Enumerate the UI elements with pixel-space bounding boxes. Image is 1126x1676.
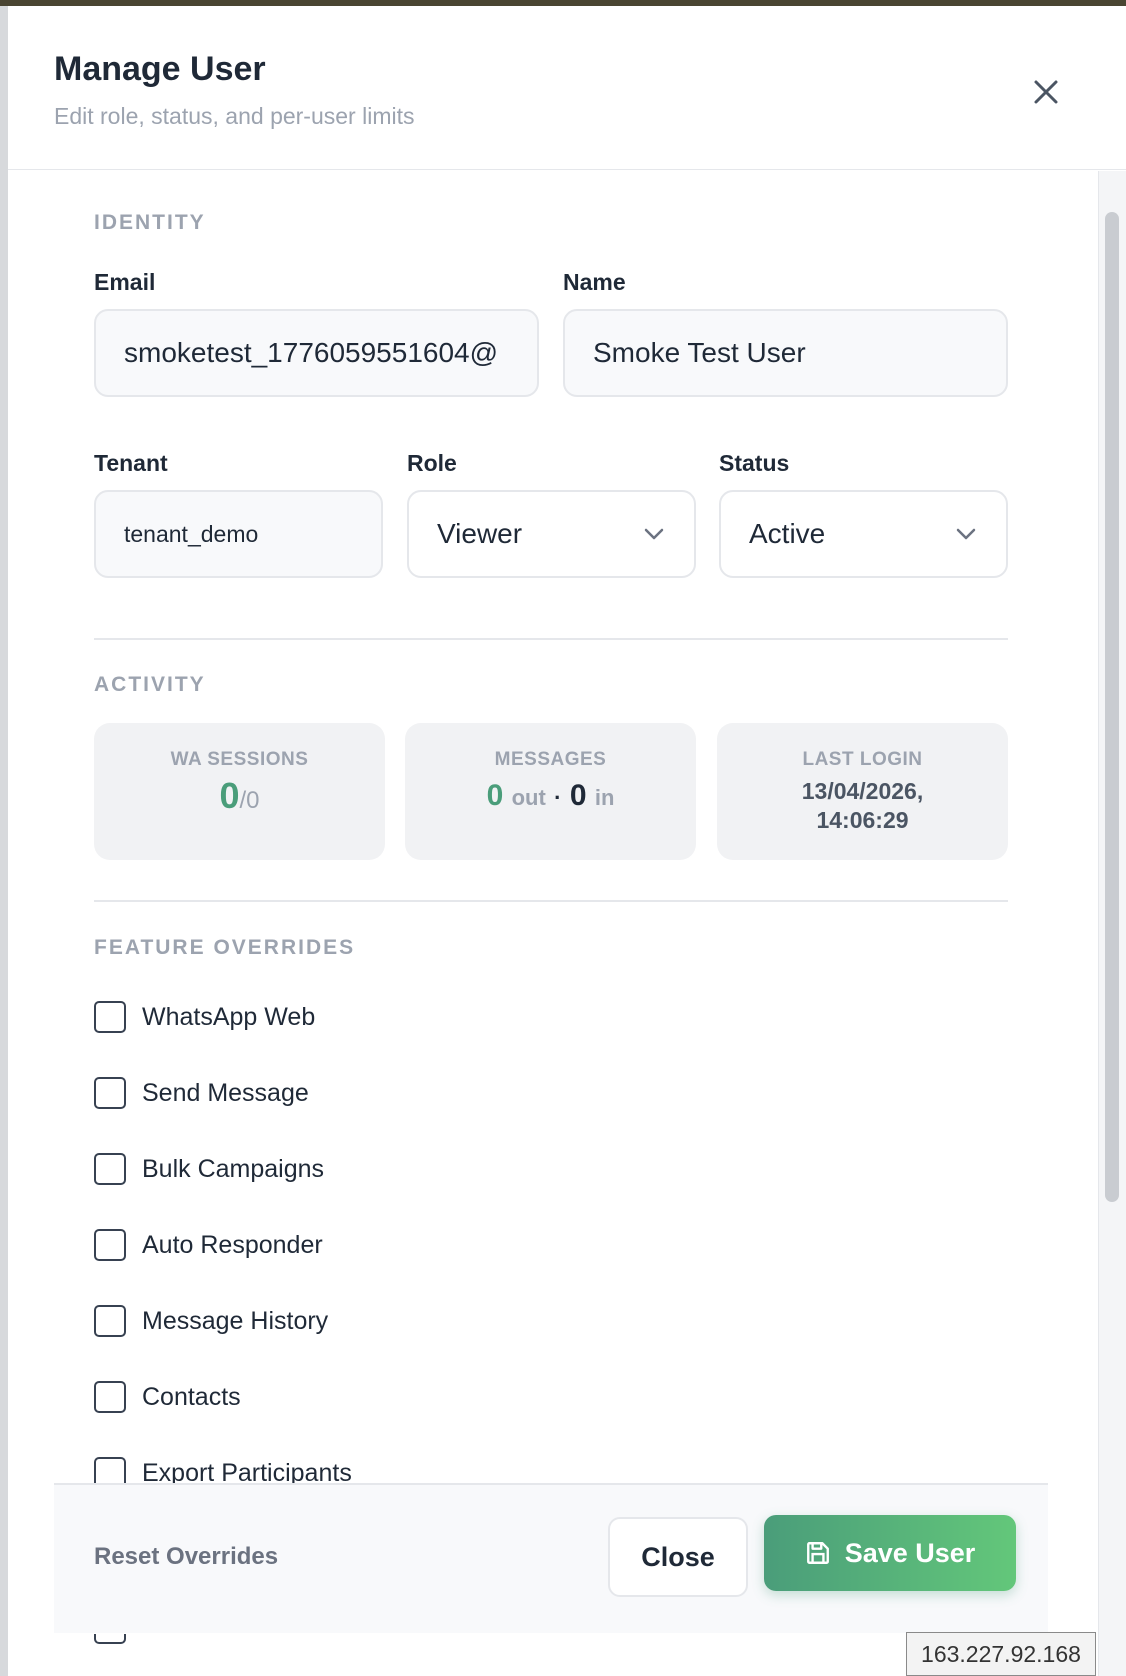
tenant-field[interactable]: tenant_demo (94, 490, 383, 578)
tenant-label: Tenant (94, 450, 168, 476)
identity-section-label: IDENTITY (94, 211, 206, 234)
floppy-disk-icon (806, 1542, 829, 1564)
last-login-value: 13/04/2026, 14:06:29 (717, 777, 1008, 835)
email-field[interactable]: smoketest_1776059551604@ (94, 309, 539, 397)
save-user-button[interactable]: Save User (764, 1515, 1016, 1591)
scrollbar-thumb[interactable] (1105, 212, 1119, 1202)
tenant-value: tenant_demo (124, 520, 259, 547)
messages-in-count: 0 (569, 779, 587, 812)
section-divider (94, 638, 1008, 640)
feature-label: Send Message (142, 1078, 309, 1107)
feature-contacts[interactable]: Contacts (94, 1377, 241, 1417)
last-login-label: LAST LOGIN (802, 749, 923, 770)
wa-sessions-label: WA SESSIONS (170, 749, 309, 770)
reset-overrides-button[interactable]: Reset Overrides (94, 1543, 278, 1571)
status-value: Active (749, 518, 826, 549)
messages-separator: · (554, 785, 562, 810)
last-login-date: 13/04/2026, (801, 778, 924, 804)
status-select[interactable]: Active (719, 490, 1008, 578)
email-label: Email (94, 269, 156, 295)
feature-bulk-campaigns[interactable]: Bulk Campaigns (94, 1149, 324, 1189)
save-user-label: Save User (844, 1537, 976, 1568)
checkbox[interactable] (94, 1001, 126, 1033)
wa-sessions-card: WA SESSIONS 0/0 (94, 723, 385, 860)
role-value: Viewer (437, 518, 523, 549)
messages-out-count: 0 (486, 779, 504, 812)
checkbox[interactable] (94, 1153, 126, 1185)
feature-label: Contacts (142, 1382, 241, 1411)
modal-header: Manage User Edit role, status, and per-u… (8, 6, 1126, 170)
last-login-card: LAST LOGIN 13/04/2026, 14:06:29 (717, 723, 1008, 860)
messages-in-suffix: in (594, 785, 615, 810)
role-select[interactable]: Viewer (407, 490, 696, 578)
messages-label: MESSAGES (494, 749, 607, 770)
close-icon[interactable] (1026, 72, 1066, 112)
wa-sessions-total: /0 (239, 787, 260, 814)
checkbox[interactable] (94, 1077, 126, 1109)
modal-title: Manage User (54, 50, 266, 88)
feature-whatsapp-web[interactable]: WhatsApp Web (94, 997, 315, 1037)
checkbox[interactable] (94, 1305, 126, 1337)
last-login-time: 14:06:29 (816, 807, 909, 833)
messages-out-suffix: out (511, 785, 546, 810)
partial-checkbox (94, 1634, 126, 1644)
checkbox[interactable] (94, 1381, 126, 1413)
modal-backdrop (0, 6, 8, 1676)
chevron-down-icon (956, 528, 976, 540)
modal-subtitle: Edit role, status, and per-user limits (54, 103, 415, 129)
name-field[interactable]: Smoke Test User (563, 309, 1008, 397)
ip-address-badge: 163.227.92.168 (906, 1632, 1096, 1676)
close-button[interactable]: Close (608, 1517, 748, 1597)
chevron-down-icon (644, 528, 664, 540)
name-label: Name (563, 269, 626, 295)
section-divider (94, 900, 1008, 902)
status-label: Status (719, 450, 790, 476)
feature-label: Auto Responder (142, 1230, 323, 1259)
feature-label: Message History (142, 1306, 329, 1335)
name-value: Smoke Test User (593, 337, 806, 368)
checkbox[interactable] (94, 1229, 126, 1261)
messages-value: 0 out · 0 in (405, 779, 696, 813)
messages-card: MESSAGES 0 out · 0 in (405, 723, 696, 860)
feature-label: Bulk Campaigns (142, 1154, 325, 1183)
wa-sessions-value: 0/0 (94, 775, 385, 817)
modal-body: IDENTITY Email Name smoketest_1776059551… (8, 171, 1098, 1491)
role-label: Role (407, 450, 457, 476)
modal-footer: Reset Overrides Close Save User (54, 1483, 1048, 1633)
feature-label: WhatsApp Web (142, 1002, 316, 1031)
feature-send-message[interactable]: Send Message (94, 1073, 309, 1113)
wa-sessions-count: 0 (219, 775, 240, 816)
feature-message-history[interactable]: Message History (94, 1301, 328, 1341)
feature-auto-responder[interactable]: Auto Responder (94, 1225, 323, 1265)
activity-section-label: ACTIVITY (94, 673, 206, 696)
feature-overrides-section-label: FEATURE OVERRIDES (94, 936, 356, 959)
manage-user-modal: Manage User Edit role, status, and per-u… (8, 6, 1126, 1676)
email-value: smoketest_1776059551604@ (124, 337, 499, 368)
